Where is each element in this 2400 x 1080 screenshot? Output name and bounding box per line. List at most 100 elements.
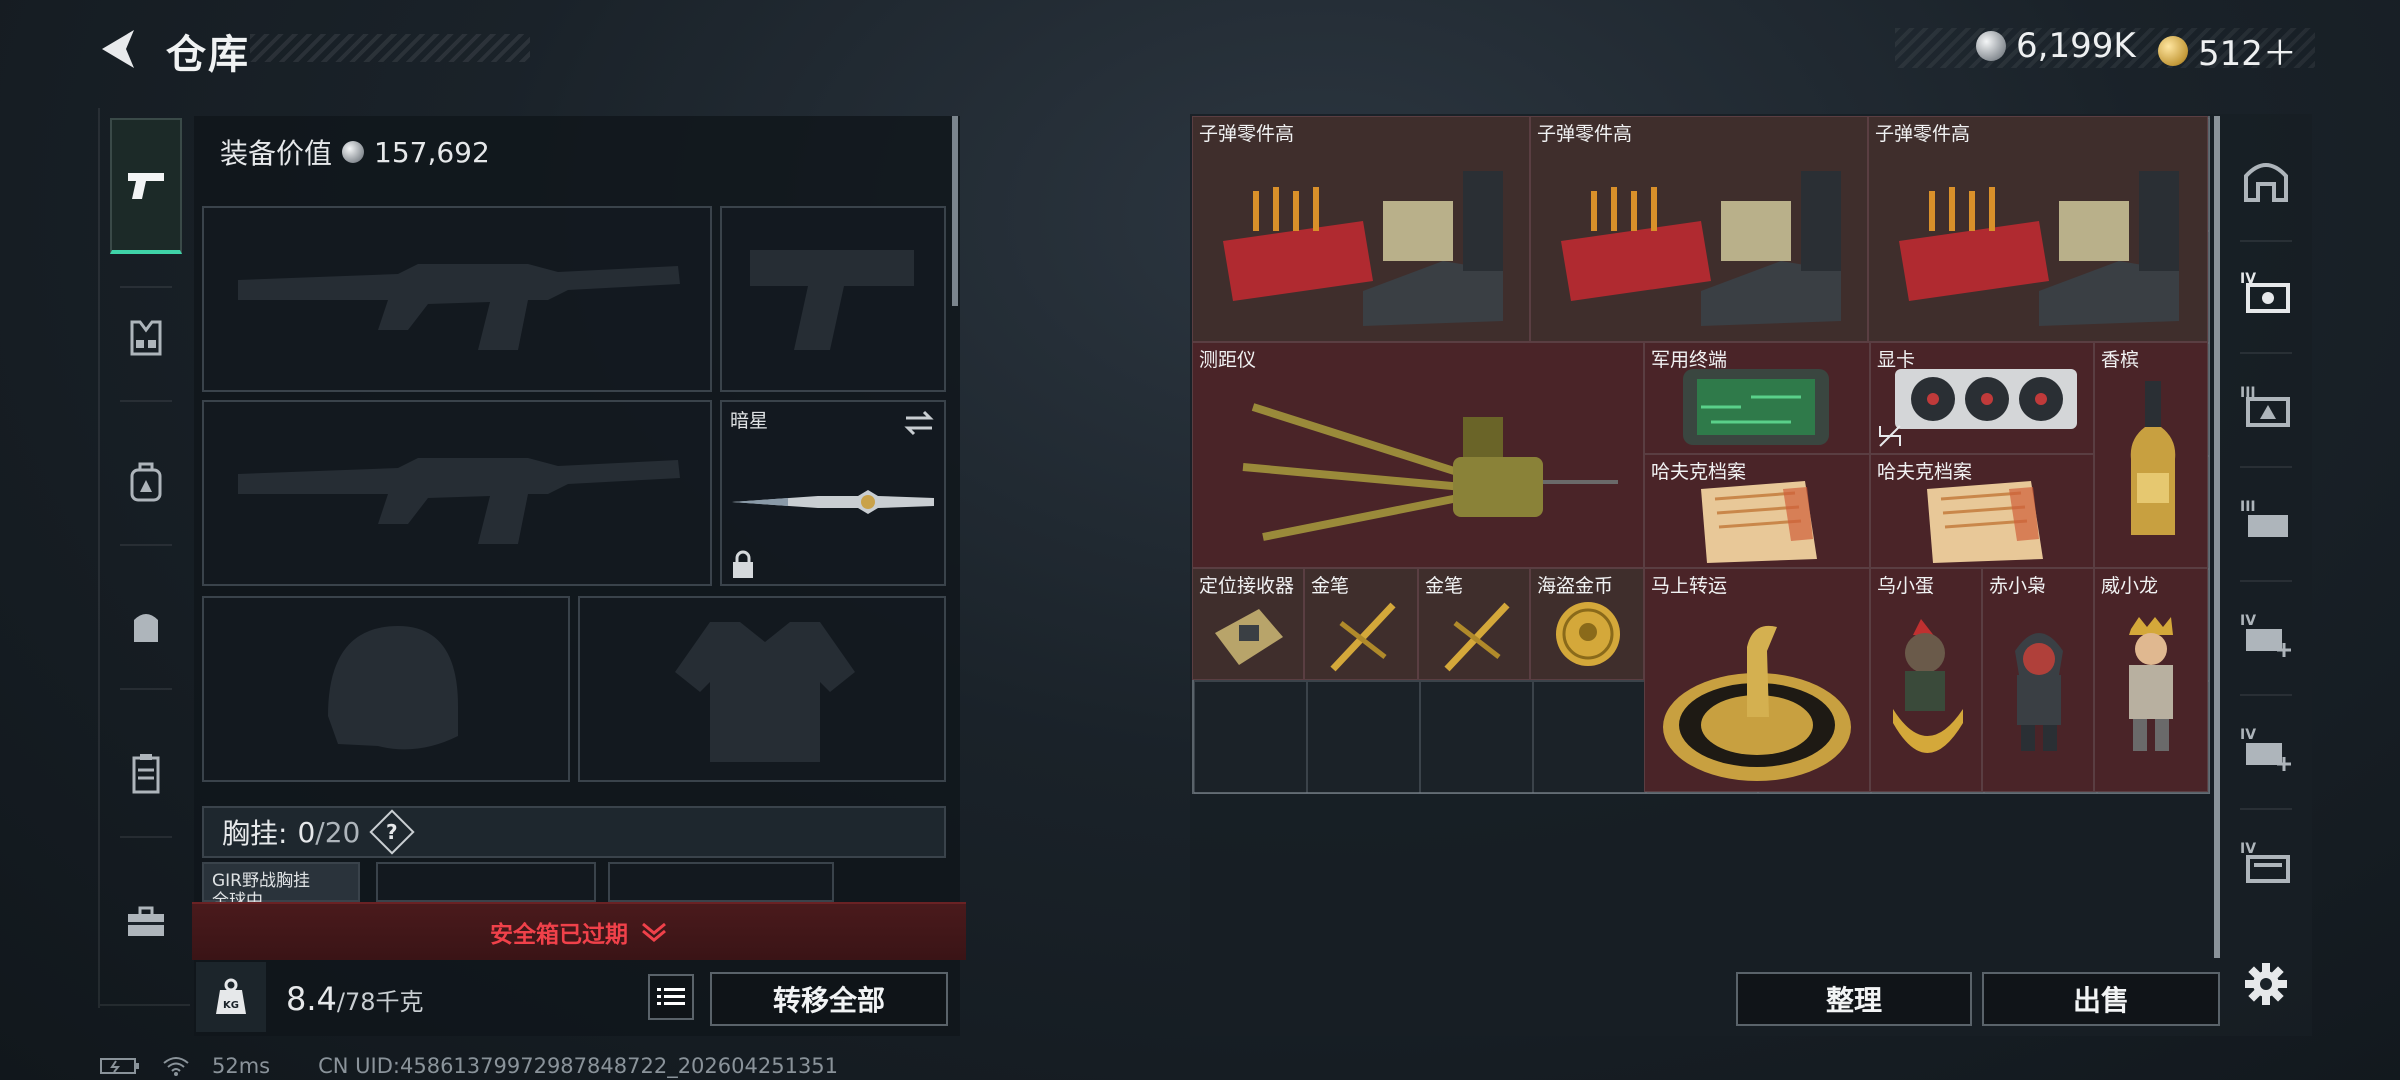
armor-slot[interactable] (578, 596, 946, 782)
crow-egg-figure-icon (1893, 619, 1963, 753)
helmet-slot[interactable] (202, 596, 570, 782)
nav-bag[interactable] (110, 590, 182, 662)
nav-toolbox[interactable] (110, 886, 182, 958)
help-icon[interactable]: ? (369, 809, 415, 855)
inventory-item[interactable]: 威小龙 (2094, 568, 2208, 792)
inventory-item[interactable]: 赤小枭 (1982, 568, 2094, 792)
inventory-item[interactable]: 定位接收器 (1192, 568, 1304, 680)
category-nav (98, 108, 190, 1008)
weight-current: 8.4 (286, 980, 337, 1018)
nav-vest[interactable] (110, 302, 182, 374)
rifle-silhouette-icon (238, 264, 680, 350)
rangefinder-icon (1242, 403, 1618, 541)
settings-button[interactable] (2230, 948, 2302, 1020)
item-label: 威小龙 (2101, 575, 2159, 597)
inventory-item[interactable]: 金笔 (1418, 568, 1530, 680)
gold-amount: 512＋ (2198, 34, 2297, 74)
svg-text:III: III (2240, 499, 2256, 515)
chest-rig-item[interactable]: GIR野战胸挂 全球中 (202, 862, 360, 911)
backpack-icon (130, 462, 162, 502)
sell-label: 出售 (2072, 984, 2129, 1017)
melee-slot[interactable]: 暗星 (720, 400, 946, 586)
grid-cell[interactable] (1194, 681, 1307, 794)
primary-weapon-slot[interactable] (202, 206, 712, 392)
inventory-item[interactable]: 子弹零件高 (1192, 116, 1530, 342)
item-label: 子弹零件高 (1537, 123, 1633, 145)
ammo-parts-icon (1223, 171, 1503, 326)
grid-cell[interactable] (1532, 681, 1646, 794)
container-iii-icon: III (2240, 385, 2290, 427)
nav-backpack[interactable] (110, 446, 182, 518)
inventory-item[interactable]: 哈夫克档案 (1644, 454, 1870, 568)
wifi-icon (163, 1057, 189, 1076)
weight-value: 8.4/78千克 (286, 980, 424, 1018)
inventory-item[interactable]: 显卡 (1870, 342, 2094, 454)
nav-container-iii[interactable]: III (2230, 370, 2302, 442)
chest-rig-capacity: /20 (315, 815, 361, 849)
inventory-item[interactable]: 香槟 (2094, 342, 2208, 568)
equipment-value-label: 装备价值 (220, 137, 333, 170)
case-iv-add-icon: IV (2240, 613, 2291, 657)
list-view-button[interactable] (648, 974, 694, 1020)
nav-case-iv-a[interactable]: IV (2230, 598, 2302, 670)
nav-container-iv[interactable]: IV (2230, 256, 2302, 328)
nav-weapons[interactable] (110, 118, 182, 254)
sort-button[interactable]: 整理 (1736, 972, 1972, 1026)
item-label: 子弹零件高 (1875, 123, 1971, 145)
nav-case-iii[interactable]: III (2230, 484, 2302, 556)
back-button[interactable] (96, 26, 142, 72)
inventory-item[interactable]: 哈夫克档案 (1870, 454, 2094, 568)
gold-pen-icon (1444, 602, 1510, 672)
item-label: 测距仪 (1199, 349, 1257, 371)
equipment-scrollbar[interactable] (952, 116, 958, 306)
nav-case-iv-b[interactable]: IV (2230, 712, 2302, 784)
storage-nav: IV III III IV IV IV (2226, 114, 2306, 1036)
ammo-parts-icon (1899, 171, 2179, 326)
pistol-slot[interactable] (720, 206, 946, 392)
grid-cell[interactable] (1306, 681, 1420, 794)
svg-text:IV: IV (2240, 841, 2256, 857)
graphics-card-icon (1895, 369, 2077, 429)
vest-icon (130, 320, 162, 356)
safehouse-icon (2244, 163, 2288, 202)
grid-cell[interactable] (1419, 681, 1533, 794)
lock-icon (733, 550, 753, 578)
inventory-scrollbar[interactable] (2214, 116, 2220, 958)
nav-safehouse[interactable] (2230, 144, 2302, 216)
item-label: 海盗金币 (1537, 575, 1614, 597)
inventory-item[interactable]: 马上转运 (1644, 568, 1870, 792)
equipment-value: 装备价值 157,692 (220, 132, 490, 172)
nav-armor[interactable] (110, 738, 182, 810)
secondary-weapon-slot[interactable] (202, 400, 712, 586)
inventory-item[interactable]: 子弹零件高 (1868, 116, 2208, 342)
safe-box-expired-bar[interactable]: 安全箱已过期 (192, 902, 966, 960)
item-label: 金笔 (1425, 575, 1464, 597)
transfer-all-button[interactable]: 转移全部 (710, 972, 948, 1026)
sell-button[interactable]: 出售 (1982, 972, 2220, 1026)
chest-rig-row: 胸挂: 0/20 ? (202, 806, 946, 858)
inventory-item[interactable]: 军用终端 (1644, 342, 1870, 454)
transfer-all-label: 转移全部 (772, 984, 885, 1017)
pistol-icon (128, 173, 164, 199)
inventory-item[interactable]: 测距仪 (1192, 342, 1644, 568)
chest-rig-slot-3[interactable] (608, 862, 834, 902)
container-iv-icon: IV (2240, 271, 2290, 313)
inventory-item[interactable]: 乌小蛋 (1870, 568, 1982, 792)
uid-text: CN UID:45861379972987848722_202604251351 (318, 1054, 839, 1078)
silver-coin-icon (1976, 31, 2006, 61)
silver-currency[interactable]: 6,199K (1976, 26, 2136, 66)
military-terminal-icon (1683, 369, 1829, 445)
page-title: 仓库 (166, 32, 250, 78)
list-icon (657, 988, 685, 1005)
nav-box-iv[interactable]: IV (2230, 826, 2302, 898)
inventory-item[interactable]: 海盗金币 (1530, 568, 1644, 680)
rifle-silhouette-icon (238, 458, 680, 544)
expired-text: 安全箱已过期 (490, 922, 628, 948)
gold-currency[interactable]: 512＋ (2158, 26, 2297, 75)
item-label: 赤小枭 (1989, 575, 2047, 597)
inventory-item[interactable]: 子弹零件高 (1530, 116, 1868, 342)
inventory-item[interactable]: 金笔 (1304, 568, 1418, 680)
swap-icon[interactable] (902, 408, 936, 438)
status-bar: 52ms CN UID:45861379972987848722_2026042… (100, 1054, 838, 1078)
chest-rig-slot-2[interactable] (376, 862, 596, 902)
